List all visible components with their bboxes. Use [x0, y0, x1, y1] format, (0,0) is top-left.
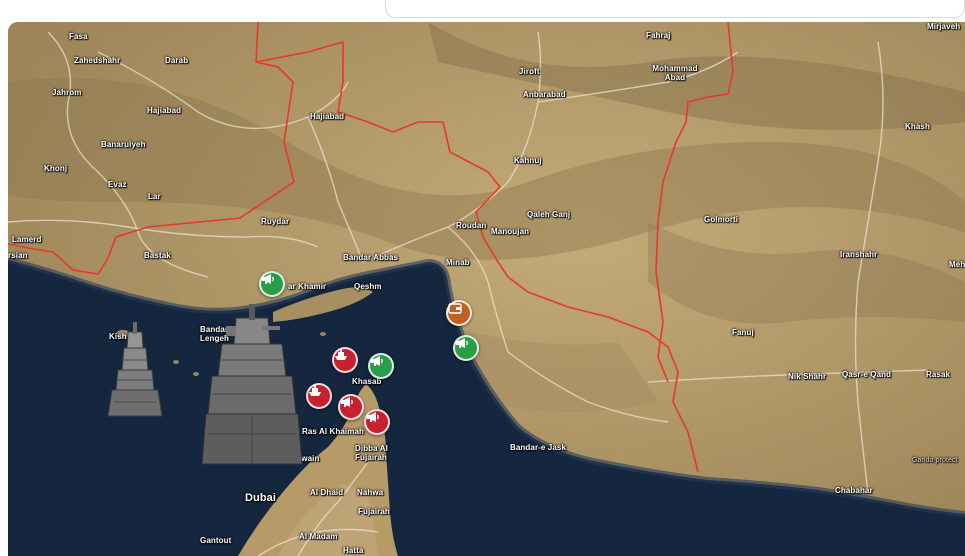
megaphone-marker-green-khasab[interactable]	[368, 353, 394, 379]
megaphone-marker-green-coast[interactable]	[453, 335, 479, 361]
place-label-nik-shahr: Nik Shahr	[788, 372, 827, 381]
place-label-roudan: Roudan	[456, 221, 487, 230]
place-label-al-dhaid: Al Dhaid	[310, 488, 344, 497]
place-label-minab: Minab	[446, 258, 470, 267]
map-view[interactable]: Fasa Zahedshahr Darab Jahrom Hajiabad Ba…	[8, 22, 965, 556]
place-label-zahedshahr: Zahedshahr	[74, 56, 121, 65]
place-label-bandar-khamir: ar Khamir	[288, 282, 327, 291]
place-label-bastak: Bastak	[144, 251, 171, 260]
place-label-qasr-e-qand: Qasr-e Qand	[842, 370, 892, 379]
place-label-gando: Gando protect	[912, 457, 958, 464]
megaphone-icon	[341, 397, 353, 407]
place-label-hajiabad: Hajiabad	[310, 112, 345, 121]
place-label-qeshm: Qeshm	[354, 282, 382, 291]
place-label-chabahar: Chabahar	[835, 486, 873, 495]
megaphone-icon	[367, 412, 379, 422]
place-label-hatta: Hatta	[343, 546, 364, 555]
ship-icon	[309, 385, 321, 396]
place-label-khash: Khash	[905, 122, 930, 131]
place-label-khonj: Khonj	[44, 164, 68, 173]
place-label-mohammad-abad: Mohammad Abad	[652, 64, 698, 82]
place-label-mehr: Meh	[949, 260, 965, 269]
megaphone-icon	[262, 274, 274, 284]
megaphone-marker-red-2[interactable]	[364, 409, 390, 435]
place-label-lamerd: Lamerd	[12, 235, 42, 244]
megaphone-marker-green-khamir[interactable]	[259, 271, 285, 297]
place-label-mirjaveh: Mirjaveh	[927, 22, 961, 31]
place-label-dibba: Dibba Al Fujairah	[355, 444, 388, 462]
ship-marker-red-1[interactable]	[332, 347, 358, 373]
top-bar	[0, 0, 965, 22]
map-terrain	[8, 22, 965, 556]
place-label-anbarabad: Anbarabad	[523, 90, 566, 99]
place-label-nahwa: Nahwa	[357, 488, 384, 497]
place-label-golmorti: Golmorti	[704, 215, 739, 224]
megaphone-icon	[371, 356, 383, 366]
place-label-manoujan: Manoujan	[491, 227, 530, 236]
ship-marker-red-2[interactable]	[306, 383, 332, 409]
ship-icon	[335, 349, 347, 360]
megaphone-icon	[456, 338, 468, 348]
place-label-gantout: Gantout	[200, 536, 232, 545]
place-label-al-madam: Al Madam	[299, 532, 338, 541]
place-label-bandar-e-jask: Bandar-e Jask	[510, 443, 566, 452]
wallet-marker-orange[interactable]	[446, 300, 472, 326]
place-label-jahrom: Jahrom	[52, 88, 82, 97]
place-label-siran: rsian	[8, 251, 28, 260]
place-label-fanuj: Fanuj	[732, 328, 754, 337]
megaphone-marker-red-1[interactable]	[338, 394, 364, 420]
place-label-kahnuj: Kahnuj	[514, 156, 542, 165]
wallet-icon	[448, 303, 462, 314]
place-label-ruydar: Ruydar	[261, 217, 290, 226]
place-label-evaz: Evaz	[108, 180, 127, 189]
place-label-iranshahr: Iranshahr	[840, 250, 878, 259]
place-label-dubai: Dubai	[245, 492, 277, 504]
place-label-fasa: Fasa	[69, 32, 88, 41]
place-label-ras-al-khaimah: Ras Al Khaimah	[302, 427, 365, 436]
place-label-qaleh-ganj: Qaleh Ganj	[527, 210, 571, 219]
search-box[interactable]	[385, 0, 965, 18]
place-label-lar: Lar	[148, 192, 161, 201]
place-label-jiroft: Jiroft	[519, 67, 540, 76]
place-label-banaruiyeh: Banaruiyeh	[101, 140, 146, 149]
place-label-darab: Darab	[165, 56, 189, 65]
place-label-fujairah: Fujairah	[358, 507, 390, 516]
place-label-hajiabad-west: Hajiabad	[147, 106, 182, 115]
place-label-rasak: Rasak	[926, 370, 951, 379]
place-label-fahraj: Fahraj	[646, 31, 671, 40]
place-label-bandar-abbas: Bandar Abbas	[343, 253, 399, 262]
